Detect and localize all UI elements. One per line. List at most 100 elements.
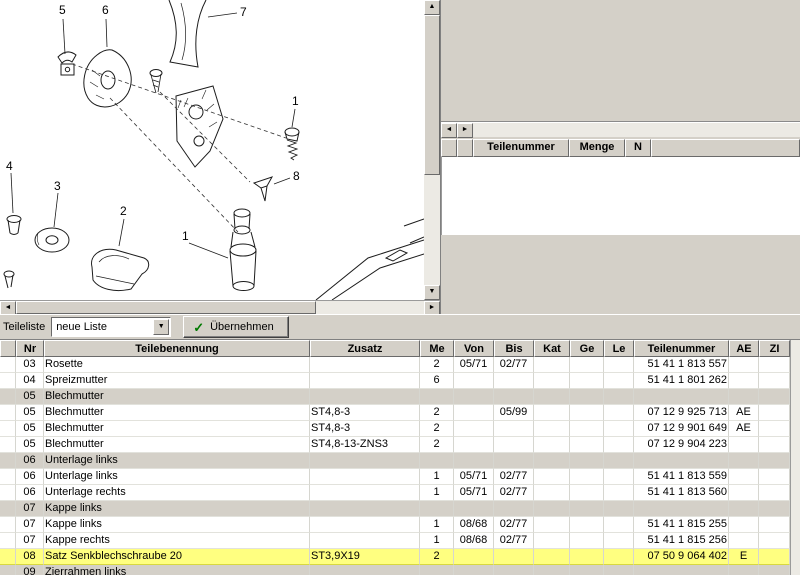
cell-von — [454, 549, 494, 565]
diagram-horizontal-scrollbar[interactable]: ◄ ► — [0, 300, 440, 314]
header-teilebenennung[interactable]: Teilebenennung — [44, 340, 310, 357]
hints-scroll-right-icon[interactable]: ► — [457, 123, 473, 138]
cell-zi — [759, 437, 790, 453]
table-row[interactable]: 09Zierrahmen links — [0, 565, 790, 575]
cell-ge — [570, 501, 604, 517]
list-combobox[interactable]: neue Liste ▼ — [51, 317, 171, 337]
table-row[interactable]: 05Blechmutter — [0, 389, 790, 405]
diagram-column: 5 6 7 1 8 4 3 2 1 ▲ — [0, 0, 440, 314]
table-row[interactable]: 06Unterlage links — [0, 453, 790, 469]
scroll-up-icon[interactable]: ▲ — [424, 0, 440, 15]
cell-tn: 51 41 1 813 557 — [634, 357, 729, 373]
cell-nr: 08 — [16, 549, 44, 565]
cell-von: 08/68 — [454, 533, 494, 549]
vertical-scroll-thumb[interactable] — [424, 15, 440, 175]
cell-zi — [759, 357, 790, 373]
cell-tn — [634, 501, 729, 517]
header-nr[interactable]: Nr — [16, 340, 44, 357]
horizontal-scroll-track[interactable] — [16, 301, 424, 314]
cell-tn — [634, 389, 729, 405]
header-lead[interactable] — [0, 340, 16, 357]
selection-header-filler — [651, 139, 800, 157]
header-zusatz[interactable]: Zusatz — [310, 340, 420, 357]
selection-header-n[interactable]: N — [625, 139, 651, 157]
row-lead-cell — [0, 533, 16, 549]
table-row[interactable]: 03Rosette205/7102/7751 41 1 813 557 — [0, 357, 790, 373]
scroll-down-icon[interactable]: ▼ — [424, 285, 440, 300]
table-row[interactable]: 07Kappe rechts108/6802/7751 41 1 815 256 — [0, 533, 790, 549]
scroll-right-icon[interactable]: ► — [424, 301, 440, 315]
assembly-center-lines — [72, 64, 286, 232]
selection-header-blank-2[interactable] — [457, 139, 473, 157]
cell-me: 2 — [420, 549, 454, 565]
row-lead-cell — [0, 501, 16, 517]
header-ae[interactable]: AE — [729, 340, 759, 357]
cell-name: Spreizmutter — [44, 373, 310, 389]
cell-von — [454, 389, 494, 405]
cell-nr: 06 — [16, 453, 44, 469]
cell-zi — [759, 469, 790, 485]
cell-bis: 02/77 — [494, 517, 534, 533]
callout-label-8: 8 — [293, 169, 300, 183]
cell-kat — [534, 501, 570, 517]
selection-header-menge[interactable]: Menge — [569, 139, 625, 157]
cell-von — [454, 405, 494, 421]
header-zi[interactable]: ZI — [759, 340, 790, 357]
cell-me — [420, 389, 454, 405]
header-me[interactable]: Me — [420, 340, 454, 357]
dropdown-arrow-icon[interactable]: ▼ — [153, 319, 169, 335]
table-row[interactable]: 07Kappe links108/6802/7751 41 1 815 255 — [0, 517, 790, 533]
cell-tn: 51 41 1 813 559 — [634, 469, 729, 485]
cell-me: 2 — [420, 405, 454, 421]
row-lead-cell — [0, 565, 16, 575]
table-row[interactable]: 04Spreizmutter651 41 1 801 262 — [0, 373, 790, 389]
selection-header-blank-1[interactable] — [441, 139, 457, 157]
cell-nr: 06 — [16, 469, 44, 485]
table-row[interactable]: 06Unterlage links105/7102/7751 41 1 813 … — [0, 469, 790, 485]
header-von[interactable]: Von — [454, 340, 494, 357]
hints-scroll-left-icon[interactable]: ◄ — [441, 123, 457, 138]
exploded-diagram-pane[interactable]: 5 6 7 1 8 4 3 2 1 — [0, 0, 424, 300]
cell-ae — [729, 389, 759, 405]
header-kat[interactable]: Kat — [534, 340, 570, 357]
cell-name: Unterlage rechts — [44, 485, 310, 501]
cell-me: 1 — [420, 533, 454, 549]
table-row[interactable]: 05BlechmutterST4,8-13-ZNS3207 12 9 904 2… — [0, 437, 790, 453]
table-row[interactable]: 07Kappe links — [0, 501, 790, 517]
table-row[interactable]: 05BlechmutterST4,8-3207 12 9 901 649AE — [0, 421, 790, 437]
header-le[interactable]: Le — [604, 340, 634, 357]
cell-bis — [494, 421, 534, 437]
cell-bis: 05/99 — [494, 405, 534, 421]
horizontal-scroll-thumb[interactable] — [16, 301, 316, 314]
diagram-vertical-scrollbar[interactable]: ▲ ▼ — [424, 0, 440, 300]
cell-name: Blechmutter — [44, 389, 310, 405]
cell-kat — [534, 421, 570, 437]
callout-label-3: 3 — [54, 179, 61, 193]
header-bis[interactable]: Bis — [494, 340, 534, 357]
uebernehmen-button[interactable]: ✓ Übernehmen — [183, 316, 289, 338]
cell-zusatz: ST4,8-3 — [310, 421, 420, 437]
cell-name: Unterlage links — [44, 453, 310, 469]
row-lead-cell — [0, 421, 16, 437]
cell-ae — [729, 517, 759, 533]
table-row[interactable]: 06Unterlage rechts105/7102/7751 41 1 813… — [0, 485, 790, 501]
table-vertical-scrollbar[interactable] — [790, 340, 800, 575]
cell-kat — [534, 389, 570, 405]
selection-header-teilenummer[interactable]: Teilenummer — [473, 139, 569, 157]
table-row[interactable]: 08Satz Senkblechschraube 20ST3,9X19207 5… — [0, 549, 790, 565]
selection-list-body[interactable] — [441, 157, 800, 235]
cell-zi — [759, 549, 790, 565]
cell-me: 1 — [420, 517, 454, 533]
header-ge[interactable]: Ge — [570, 340, 604, 357]
cell-me — [420, 453, 454, 469]
cell-zi — [759, 405, 790, 421]
table-row[interactable]: 05BlechmutterST4,8-3205/9907 12 9 925 71… — [0, 405, 790, 421]
scroll-left-icon[interactable]: ◄ — [0, 301, 16, 315]
row-lead-cell — [0, 373, 16, 389]
cell-kat — [534, 485, 570, 501]
vertical-scroll-track[interactable] — [424, 15, 440, 285]
cell-bis: 02/77 — [494, 485, 534, 501]
hints-scrollbar[interactable]: ◄ ► — [441, 122, 800, 137]
header-teilenummer[interactable]: Teilenummer — [634, 340, 729, 357]
hints-scroll-track[interactable] — [473, 123, 800, 137]
